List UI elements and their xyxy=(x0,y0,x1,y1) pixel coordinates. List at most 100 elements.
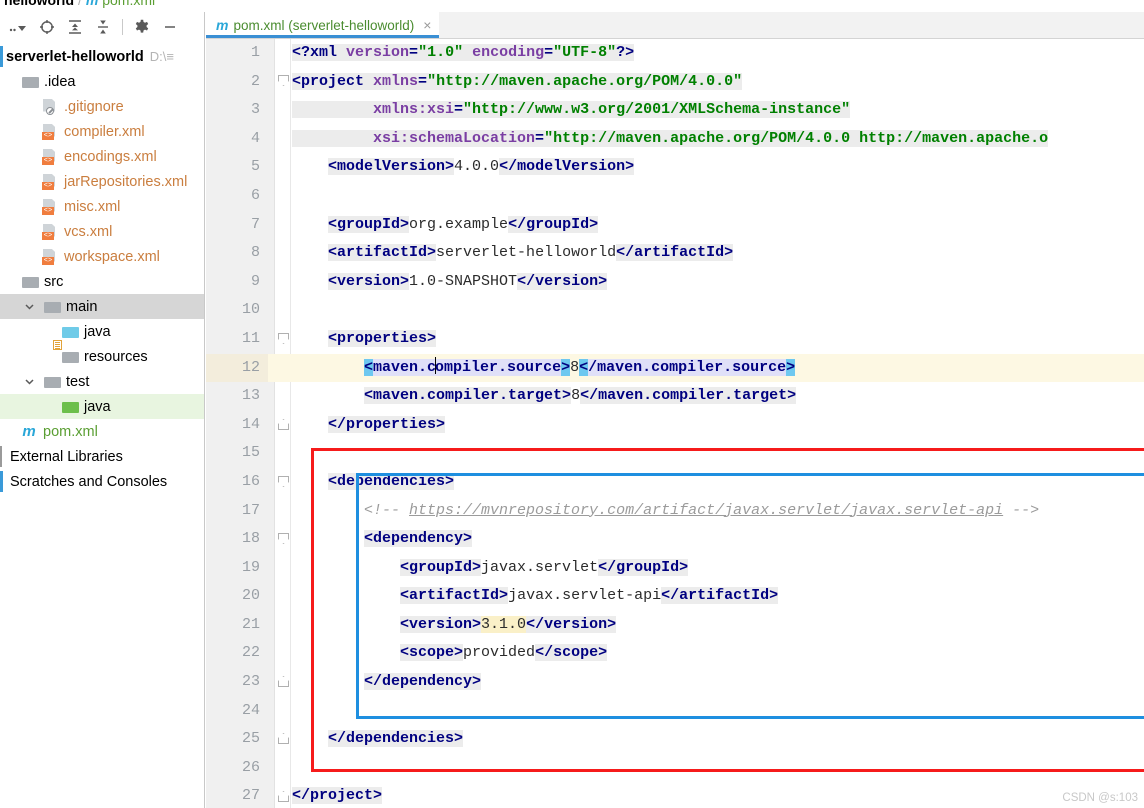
line-content: </project> xyxy=(292,787,383,805)
xml-file-icon: <> xyxy=(42,198,59,215)
hide-panel-icon[interactable] xyxy=(157,15,183,39)
tree-node-gitignore[interactable]: .gitignore xyxy=(0,94,204,119)
project-toolbar xyxy=(0,12,204,42)
line-content: <dependencies> xyxy=(328,472,455,490)
line-number: 7 xyxy=(250,215,260,233)
line-number: 9 xyxy=(250,272,260,290)
tree-node-external-libraries[interactable]: External Libraries xyxy=(0,444,204,469)
code-line: 21 <version>3.1.0</version> xyxy=(206,611,1144,640)
line-number: 15 xyxy=(241,444,260,462)
line-content: <?xml version="1.0" encoding="UTF-8"?> xyxy=(292,44,635,61)
root-accent-bar xyxy=(0,46,3,67)
line-number: 24 xyxy=(241,701,260,719)
fold-marker-line-18[interactable] xyxy=(278,533,289,544)
breadcrumb-file[interactable]: pom.xml xyxy=(102,0,155,8)
tree-item-label: jarRepositories.xml xyxy=(64,173,188,190)
tree-node-test-java[interactable]: java xyxy=(0,394,204,419)
tree-node-idea[interactable]: .idea xyxy=(0,69,204,94)
settings-gear-icon[interactable] xyxy=(129,15,155,39)
project-tree: serverlet-helloworld D:\≡ .idea .gitigno… xyxy=(0,42,204,494)
code-line: 26 xyxy=(206,754,1144,783)
tree-node-compiler-xml[interactable]: <> compiler.xml xyxy=(0,119,204,144)
folder-icon xyxy=(22,75,39,89)
breadcrumb: helloworld / m pom.xml xyxy=(0,0,1144,12)
code-editor[interactable]: 1 <?xml version="1.0" encoding="UTF-8"?> … xyxy=(206,39,1144,808)
line-content: </dependencies> xyxy=(328,730,464,748)
tab-pom-xml[interactable]: m pom.xml (serverlet-helloworld) × xyxy=(206,12,440,38)
tree-node-resources[interactable]: resources xyxy=(0,339,204,369)
fold-marker-line-14[interactable] xyxy=(278,419,289,430)
line-content: <groupId>org.example</groupId> xyxy=(328,215,599,233)
collapse-all-icon[interactable] xyxy=(90,15,116,39)
line-content: xsi:schemaLocation="http://maven.apache.… xyxy=(292,125,1049,154)
chevron-down-icon[interactable] xyxy=(22,375,36,389)
expand-all-icon[interactable] xyxy=(62,15,88,39)
code-lines: 1 <?xml version="1.0" encoding="UTF-8"?> … xyxy=(206,39,1144,808)
code-line: 24 xyxy=(206,697,1144,726)
code-line: 6 xyxy=(206,182,1144,211)
ide-window: helloworld / m pom.xml serverlet-hellowo… xyxy=(0,0,1144,808)
line-number: 16 xyxy=(241,472,260,490)
tree-node-workspace-xml[interactable]: <> workspace.xml xyxy=(0,244,204,269)
tree-item-label: java xyxy=(84,323,111,340)
tree-node-root[interactable]: serverlet-helloworld D:\≡ xyxy=(0,44,204,69)
tree-node-main[interactable]: main xyxy=(0,294,204,319)
line-content xyxy=(292,697,301,726)
line-number: 14 xyxy=(241,415,260,433)
tree-item-label: main xyxy=(66,298,98,315)
fold-marker-line-25[interactable] xyxy=(278,733,289,744)
line-content xyxy=(292,182,301,211)
line-number: 8 xyxy=(250,244,260,262)
line-content xyxy=(292,439,301,468)
tree-node-jarrepositories-xml[interactable]: <> jarRepositories.xml xyxy=(0,169,204,194)
line-content: <modelVersion>4.0.0</modelVersion> xyxy=(328,158,635,176)
fold-marker-line-27[interactable] xyxy=(278,791,289,802)
tree-node-misc-xml[interactable]: <> misc.xml xyxy=(0,194,204,219)
tree-item-label: External Libraries xyxy=(10,448,123,465)
tree-item-label: vcs.xml xyxy=(64,223,113,240)
line-number: 22 xyxy=(241,644,260,662)
project-panel: serverlet-helloworld D:\≡ .idea .gitigno… xyxy=(0,12,205,808)
editor-tabbar: m pom.xml (serverlet-helloworld) × xyxy=(206,12,1144,39)
line-number: 2 xyxy=(250,72,260,90)
locate-target-icon[interactable] xyxy=(34,15,60,39)
fold-marker-line-2[interactable] xyxy=(278,75,289,86)
code-line-current: 12 <maven.compiler.source>8</maven.compi… xyxy=(206,353,1144,383)
code-line: 22 <scope>provided</scope> xyxy=(206,639,1144,668)
folder-icon xyxy=(22,275,39,289)
tree-node-scratches-and-consoles[interactable]: Scratches and Consoles xyxy=(0,469,204,494)
tree-node-src[interactable]: src xyxy=(0,269,204,294)
breadcrumb-project[interactable]: helloworld xyxy=(4,0,74,8)
fold-marker-line-23[interactable] xyxy=(278,676,289,687)
code-line: 18 <dependency> xyxy=(206,525,1144,554)
comment-url[interactable]: https://mvnrepository.com/artifact/javax… xyxy=(409,502,1003,519)
node-accent-bar xyxy=(0,446,2,467)
line-number: 25 xyxy=(241,730,260,748)
line-content: <scope>provided</scope> xyxy=(400,644,608,662)
line-content: <maven.compiler.source>8</maven.compiler… xyxy=(364,356,796,376)
maven-icon: m xyxy=(22,423,36,440)
line-content: <maven.compiler.target>8</maven.compiler… xyxy=(364,387,797,405)
line-content: <version>3.1.0</version> xyxy=(400,615,617,633)
test-source-folder-icon xyxy=(62,400,79,414)
line-number: 13 xyxy=(241,387,260,405)
code-line: 7 <groupId>org.example</groupId> xyxy=(206,211,1144,240)
line-content xyxy=(292,754,301,783)
tree-item-label: Scratches and Consoles xyxy=(10,473,168,490)
tree-node-encodings-xml[interactable]: <> encodings.xml xyxy=(0,144,204,169)
code-line: 3 xmlns:xsi="http://www.w3.org/2001/XMLS… xyxy=(206,96,1144,125)
code-line: 9 <version>1.0-SNAPSHOT</version> xyxy=(206,268,1144,297)
fold-marker-line-16[interactable] xyxy=(278,476,289,487)
tree-node-pom-xml[interactable]: m pom.xml xyxy=(0,419,204,444)
tree-node-vcs-xml[interactable]: <> vcs.xml xyxy=(0,219,204,244)
select-opened-file-dropdown[interactable] xyxy=(6,15,32,39)
source-folder-icon xyxy=(62,325,79,339)
close-icon[interactable]: × xyxy=(423,17,431,33)
line-number: 26 xyxy=(241,758,260,776)
fold-marker-line-11[interactable] xyxy=(278,333,289,344)
tree-node-test[interactable]: test xyxy=(0,369,204,394)
line-number: 11 xyxy=(241,329,260,347)
chevron-down-icon[interactable] xyxy=(22,300,36,314)
tree-node-main-java[interactable]: java xyxy=(0,319,204,344)
tree-item-label: pom.xml xyxy=(43,423,98,440)
